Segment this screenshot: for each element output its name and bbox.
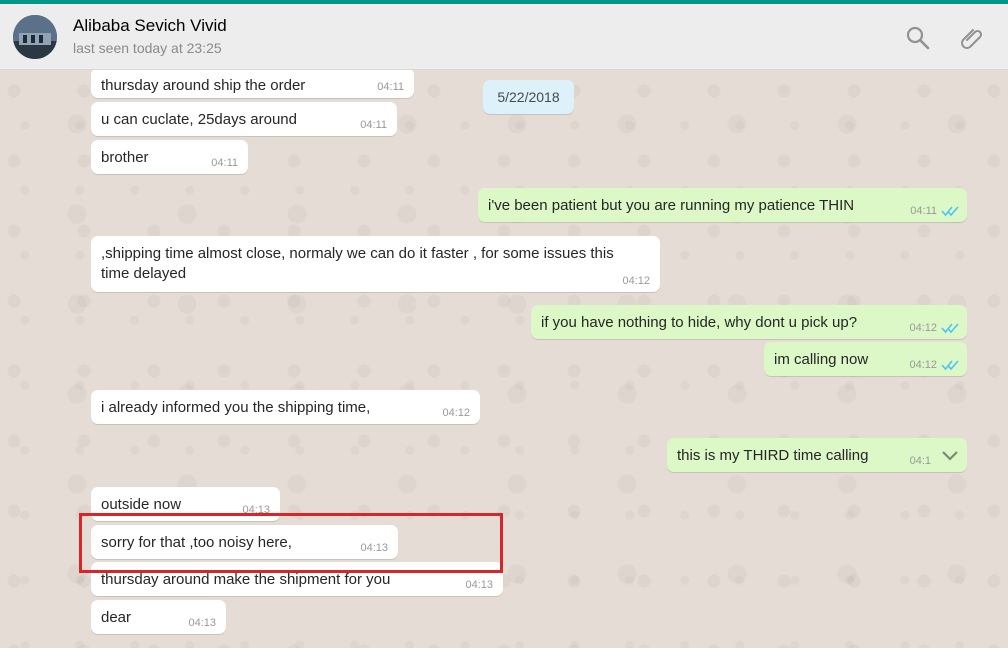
- message-bubble[interactable]: thursday around make the shipment for yo…: [91, 562, 503, 596]
- message-bubble[interactable]: this is my THIRD time calling 04:1: [667, 438, 967, 472]
- message-time: 04:12: [909, 322, 937, 334]
- message-bubble[interactable]: dear 04:13: [91, 600, 226, 634]
- message-time: 04:12: [622, 275, 650, 287]
- read-receipt-icon: [941, 359, 959, 371]
- message-time: 04:13: [188, 617, 216, 629]
- message-text: if you have nothing to hide, why dont u …: [541, 314, 858, 331]
- message-text: i've been patient but you are running my…: [488, 197, 855, 214]
- message-time: 04:1: [909, 455, 931, 467]
- message-text: ,shipping time almost close, normaly we …: [101, 245, 614, 282]
- paperclip-icon[interactable]: [959, 25, 985, 51]
- message-text: thursday around ship the order: [101, 77, 306, 94]
- chevron-down-icon[interactable]: [941, 448, 959, 462]
- contact-name[interactable]: Alibaba Sevich Vivid: [73, 16, 227, 36]
- message-time: 04:11: [377, 81, 404, 93]
- message-time: 04:11: [910, 205, 937, 217]
- message-pane[interactable]: 5/22/2018 thursday around ship the order…: [0, 70, 1008, 648]
- message-bubble[interactable]: im calling now 04:12: [764, 342, 967, 376]
- last-seen-status: last seen today at 23:25: [73, 40, 222, 56]
- chat-header: Alibaba Sevich Vivid last seen today at …: [0, 4, 1008, 70]
- message-bubble[interactable]: ,shipping time almost close, normaly we …: [91, 236, 660, 292]
- message-bubble[interactable]: i've been patient but you are running my…: [478, 188, 967, 222]
- read-receipt-icon: [941, 322, 959, 334]
- message-time: 04:11: [211, 157, 238, 169]
- message-bubble[interactable]: if you have nothing to hide, why dont u …: [531, 305, 967, 339]
- read-receipt-icon: [941, 205, 959, 217]
- message-bubble[interactable]: u can cuclate, 25days around 04:11: [91, 102, 397, 136]
- message-time: 04:12: [442, 407, 470, 419]
- avatar[interactable]: [13, 15, 57, 59]
- message-bubble[interactable]: brother 04:11: [91, 140, 248, 174]
- message-bubble[interactable]: i already informed you the shipping time…: [91, 390, 480, 424]
- message-text: i already informed you the shipping time…: [101, 399, 371, 416]
- message-time: 04:12: [909, 359, 937, 371]
- message-time: 04:11: [360, 119, 387, 131]
- search-icon[interactable]: [905, 25, 931, 51]
- message-time: 04:13: [242, 504, 270, 516]
- message-time: 04:13: [465, 579, 493, 591]
- message-time: 04:13: [360, 542, 388, 554]
- date-divider: 5/22/2018: [483, 80, 574, 114]
- message-text: thursday around make the shipment for yo…: [101, 571, 391, 588]
- message-text: u can cuclate, 25days around: [101, 111, 297, 128]
- message-bubble[interactable]: thursday around ship the order 04:11: [91, 70, 414, 98]
- message-text: sorry for that ,too noisy here,: [101, 534, 292, 551]
- message-bubble[interactable]: sorry for that ,too noisy here, 04:13: [91, 525, 398, 559]
- message-bubble[interactable]: outside now 04:13: [91, 487, 280, 521]
